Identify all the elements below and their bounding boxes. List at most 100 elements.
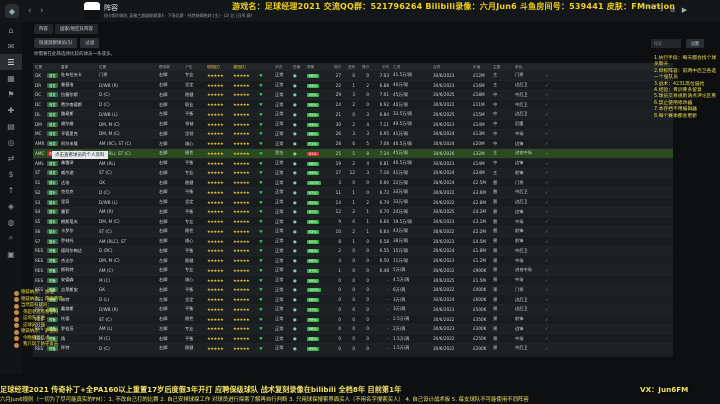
player-name[interactable]: 达洛 bbox=[59, 180, 97, 186]
table-row[interactable]: S1 替补 达洛 GK 右脚 稳健 ★★★★★ ★★★★★ ♥ 正常 ● 100% 3 0 0 6.60 22万… bbox=[33, 178, 673, 188]
column-header[interactable]: 位置 bbox=[97, 65, 157, 70]
menu-icon[interactable]: ≡ bbox=[670, 6, 676, 15]
table-row[interactable]: RES 预备 吉莱斯皮 GK 右脚 平衡 ★★★★★ ★★★★★ ♥ 正常 ● 100% 0 0 0-6万/… bbox=[33, 285, 673, 296]
transfer-icon[interactable]: ⇄ bbox=[0, 150, 22, 166]
table-row[interactable]: DR 首发 曼基洛 D/WB (R) 右脚 坚定 ★★★★★ ★★★★★ ♥ 正常 ● 94% 22 1 2… bbox=[33, 81, 673, 91]
player-name[interactable]: 亨德里克 bbox=[59, 131, 97, 137]
table-row[interactable]: RES 预备 托德 ST (C) 右脚 随性 ★★★★★ ★★★★★ ♥ 正常 ● 99% 0 0 0-2.… bbox=[33, 315, 673, 325]
table-row[interactable]: DC 首发 费尔南德斯 D (C) 右脚 职业 ★★★★★ ★★★★★ ♥ 正常 ● 90% 24 2 0 6… bbox=[33, 100, 673, 110]
dev-icon[interactable]: ↑ bbox=[0, 182, 22, 198]
player-name[interactable]: 克拉克 bbox=[59, 189, 97, 195]
squad-icon[interactable]: ☰ bbox=[0, 54, 22, 70]
player-name[interactable]: 里奇 bbox=[59, 199, 97, 205]
column-header[interactable]: 健康 bbox=[305, 65, 329, 70]
training-icon[interactable]: ⚑ bbox=[0, 86, 22, 102]
table-row[interactable]: DM 首发 谢尔维 DM, M (C) 右脚 领袖 ★★★★★ ★★★★★ ♥ 正常 ● 93% 30 2… bbox=[33, 120, 673, 130]
player-name[interactable]: 费尔南德斯 bbox=[59, 102, 97, 108]
table-row[interactable]: RES 预备 安德森 M (C) 右脚 雄心 ★★★★★ ★★★★★ ♥ 正常 ● 99% 0 0 0 -4.… bbox=[33, 276, 673, 286]
player-name[interactable]: 杰达尔 bbox=[59, 258, 97, 264]
column-header[interactable]: 主要 bbox=[491, 65, 513, 70]
column-header[interactable]: 潜在能力 bbox=[231, 65, 257, 70]
column-header[interactable]: 角色 bbox=[513, 65, 543, 70]
table-row[interactable]: RES 预备 斯科特 AM (C) 右脚 专业 ★★★★★ ★★★★★ ♥ 正常 ● 97% 1 0 0 6.… bbox=[33, 266, 673, 276]
column-header[interactable]: 合同 bbox=[431, 65, 471, 70]
table-row[interactable]: RES 预备 杰达尔 DM, M (C) 左脚 稳健 ★★★★★ ★★★★★ ♥ 正常 ● 96% 4 0… bbox=[33, 256, 673, 266]
player-name[interactable]: 弗雷泽 bbox=[59, 160, 97, 166]
column-header[interactable]: 场次 bbox=[329, 65, 343, 70]
table-row[interactable]: AMC伤圣马克西曼AM (RL), ST (C)右脚随性★★★★★★★★★★♥受… bbox=[33, 149, 673, 159]
player-name[interactable]: 阿尔米隆 bbox=[59, 141, 97, 147]
table-row[interactable]: AML 首发 弗雷泽 AM (RL) 右脚 平衡 ★★★★★ ★★★★★ ♥ 正常 ● 88% 19 2 4… bbox=[33, 159, 673, 169]
table-row[interactable]: RES 预备扬 M (C) 右脚 平衡 ★★★★★ ★★★★★ ♥ 正常 ● 98% 0 0 0-1.5万… bbox=[33, 334, 673, 344]
player-name[interactable]: 斯科特 bbox=[59, 267, 97, 273]
inbox-icon[interactable]: ✉ bbox=[0, 38, 22, 54]
home-icon[interactable]: ⌂ bbox=[0, 22, 22, 38]
morale-heart-icon: ♥ bbox=[259, 238, 263, 244]
player-name[interactable]: 路易斯 bbox=[59, 111, 97, 117]
tab-national-squad[interactable]: 国家/地区队阵容 bbox=[55, 24, 99, 34]
filter-button[interactable]: 过滤 bbox=[80, 38, 100, 48]
column-header[interactable]: 惯用脚 bbox=[157, 65, 183, 70]
column-header[interactable]: 工资 bbox=[391, 65, 431, 70]
continue-icon[interactable]: ▶ bbox=[682, 6, 687, 15]
table-row[interactable]: DL 首发 路易斯 D/WB (L) 左脚 平衡 ★★★★★ ★★★★★ ♥ 正常 ● 95% 21 0 3… bbox=[33, 110, 673, 120]
world-icon[interactable]: ◍ bbox=[0, 214, 22, 230]
squad-role: 预 bbox=[493, 306, 498, 312]
player-name[interactable]: 卡罗尔 bbox=[59, 228, 97, 234]
table-row[interactable]: S5 替补 朗斯塔夫 DM, M (C) 右脚 专业 ★★★★★ ★★★★★ ♥ 正常 ● 96% 9 0… bbox=[33, 217, 673, 227]
column-header[interactable]: 个性 bbox=[183, 65, 205, 70]
table-row[interactable]: MC 首发 亨德里克 DM, M (C) 右脚 坚韧 ★★★★★ ★★★★★ ♥ 正常 ● 96% 26… bbox=[33, 129, 673, 140]
column-header[interactable]: 名字 bbox=[59, 65, 97, 70]
player-name[interactable]: 曼基洛 bbox=[59, 82, 97, 88]
goals: 2 bbox=[352, 121, 355, 127]
scout-icon[interactable]: ◎ bbox=[0, 134, 22, 150]
table-row[interactable]: RES 预备 戴维斯 D/WB (R) 右脚 平衡 ★★★★★ ★★★★★ ♥ 正常 ● 97% 0 0 0… bbox=[33, 305, 673, 315]
table-row[interactable]: S6 替补 卡罗尔 ST (C) 右脚 随性 ★★★★★ ★★★★★ ♥ 正常 ● 93% 10 2 1 6.… bbox=[33, 227, 673, 237]
finance-icon[interactable]: $ bbox=[0, 166, 22, 182]
table-row[interactable]: S3 替补 里奇 D/WB (L) 左脚 坚定 ★★★★★ ★★★★★ ♥ 正常 ● 95% 14 1 2 6… bbox=[33, 198, 673, 208]
column-header[interactable]: 位置 bbox=[33, 65, 45, 70]
table-row[interactable]: S2 替补 克拉克 D (C) 右脚 平衡 ★★★★★ ★★★★★ ♥ 正常 ● 97% 11 1 0 6.7… bbox=[33, 188, 673, 198]
forward-arrow-icon[interactable]: › bbox=[40, 6, 50, 16]
player-name[interactable]: 谢尔维 bbox=[59, 121, 97, 127]
player-name[interactable]: 朗斯塔夫 bbox=[59, 219, 97, 225]
player-name[interactable]: 威尔逊 bbox=[59, 170, 97, 176]
column-header[interactable]: 进球 bbox=[343, 65, 357, 70]
search-icon[interactable]: ⌕ bbox=[0, 230, 22, 246]
table-row[interactable]: GK 首发 杜布拉夫卡 门将 右脚 专业 ★★★★★ ★★★★★ ♥ 正常 ● 96% 27 0 0 7.03… bbox=[33, 71, 673, 81]
app-logo-icon[interactable]: ◆ bbox=[5, 4, 19, 18]
tactics-icon[interactable]: ▦ bbox=[0, 70, 22, 86]
settings-button[interactable]: 设置 bbox=[686, 39, 704, 48]
player-name[interactable]: 德阿尔梅达 bbox=[59, 248, 97, 254]
column-header[interactable]: 性格 bbox=[291, 65, 305, 70]
search-input[interactable] bbox=[651, 39, 681, 48]
table-row[interactable]: RES 预备 罗伯茨 AM (L) 左脚 专业 ★★★★★ ★★★★★ ♥ 正常 ● 96% 0 0 0-2… bbox=[33, 324, 673, 335]
view-select[interactable]: 快速观察球员(5) bbox=[34, 38, 78, 48]
medical-icon[interactable]: ✚ bbox=[0, 102, 22, 118]
back-arrow-icon[interactable]: ‹ bbox=[28, 6, 38, 16]
column-header[interactable]: 状态 bbox=[273, 65, 291, 70]
player-name[interactable]: 墨菲 bbox=[59, 209, 97, 215]
tab-squad[interactable]: 阵容 bbox=[34, 24, 53, 34]
column-header[interactable]: 平均 bbox=[371, 65, 391, 70]
table-row[interactable]: RES 预备 怀特 D (C) 右脚 稳健 ★★★★★ ★★★★★ ♥ 正常 ● 99% 0 0 0-1.5… bbox=[33, 344, 673, 354]
column-header[interactable]: 得分 bbox=[357, 65, 371, 70]
table-row[interactable]: AMR 首发 阿尔米隆 AM (RC), ST (C) 左脚 雄心 ★★★★★ ★★★★★ ♥ 正… bbox=[33, 139, 673, 149]
column-header[interactable]: 现在能力 bbox=[205, 65, 231, 70]
table-row[interactable]: RES 预备 德阿尔梅达 D (RC) 右脚 平衡 ★★★★★ ★★★★★ ♥ 正常 ● 98% 2 0 0… bbox=[33, 246, 673, 257]
report-icon[interactable]: ▤ bbox=[0, 118, 22, 134]
fitness: 97% bbox=[305, 307, 329, 312]
column-header[interactable]: 价值 bbox=[471, 65, 491, 70]
player-name[interactable]: 拉塞尔斯 bbox=[59, 92, 97, 98]
search-icon[interactable]: ⌕ bbox=[660, 6, 664, 15]
table-row[interactable]: ST 首发 威尔逊 ST (C) 右脚 专业 ★★★★★ ★★★★★ ♥ 正常 ● 94% 27 12 3 7… bbox=[33, 168, 673, 179]
calendar-icon[interactable]: ▣ bbox=[0, 246, 22, 262]
table-row[interactable]: S4 替补 墨菲 AM (R) 右脚 平衡 ★★★★★ ★★★★★ ♥ 正常 ● 92% 12 2 1 6.7… bbox=[33, 207, 673, 218]
player-name[interactable]: 安德森 bbox=[59, 277, 97, 283]
table-row[interactable]: RES 预备 林特 D (L) 左脚 坚定 ★★★★★ ★★★★★ ♥ 正常 ● 98% 0 0 0-3万/… bbox=[33, 295, 673, 305]
player-name[interactable]: 杜布拉夫卡 bbox=[59, 72, 97, 78]
club-icon[interactable]: ◈ bbox=[0, 198, 22, 214]
table-row[interactable]: S7 替补 乔林托 AM (RLC), ST 右脚 雄心 ★★★★★ ★★★★★ ♥ 正常 ● 90%… bbox=[33, 237, 673, 247]
table-row[interactable]: DC 首发 拉塞尔斯 D (C) 右脚 稳健 ★★★★★ ★★★★★ ♥ 正常 ● 92% 29 3 0 7.… bbox=[33, 90, 673, 101]
player-name[interactable]: 乔林托 bbox=[59, 238, 97, 244]
